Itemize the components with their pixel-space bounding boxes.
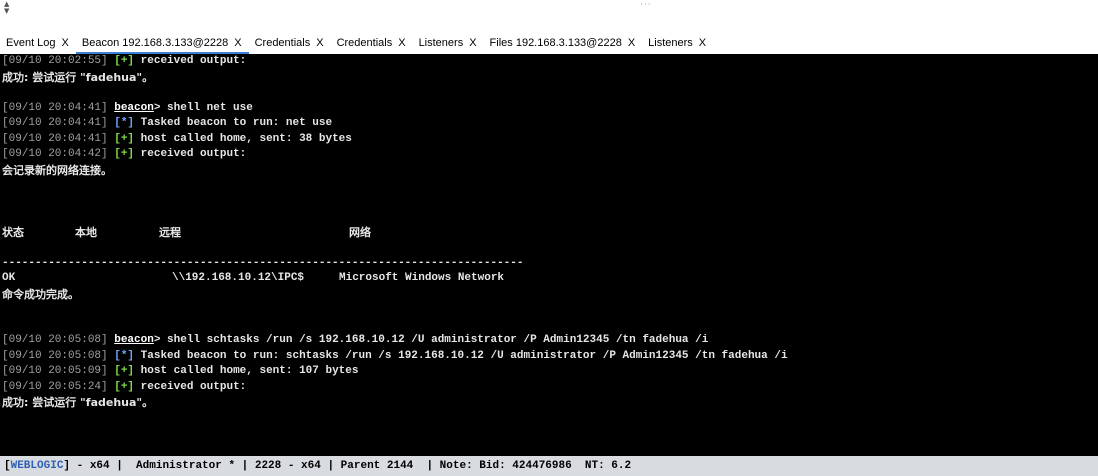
tab-label: Files 192.168.3.133@2228: [489, 37, 622, 49]
net-use-row: OK \\192.168.10.12\IPC$ Microsoft Windows …: [2, 271, 788, 287]
row-network: Microsoft Windows Network: [339, 272, 505, 284]
console-line: 命令成功完成。: [2, 287, 79, 301]
tab-files[interactable]: Files 192.168.3.133@2228 X: [484, 32, 643, 54]
console-line: [09/10 20:04:41] [+] host called home, s…: [2, 132, 352, 145]
net-use-header: 状态 本地 远程 网络: [2, 225, 788, 241]
col-network: 网络: [349, 225, 371, 239]
console-line: [09/10 20:05:24] [+] received output:: [2, 380, 247, 393]
row-remote: \\192.168.10.12\IPC$: [172, 272, 305, 284]
tab-listeners-2[interactable]: Listeners X: [642, 32, 713, 54]
tab-close-icon[interactable]: X: [234, 37, 241, 49]
status-bracket: [: [4, 460, 11, 472]
tab-listeners-1[interactable]: Listeners X: [413, 32, 484, 54]
tab-label: Beacon 192.168.3.133@2228: [81, 37, 229, 49]
scroll-arrows-icon[interactable]: ▲ ▼: [4, 1, 9, 15]
console-blank: [2, 318, 788, 334]
console-line: 成功: 尝试运行 "fadehua"。: [2, 70, 154, 84]
console-line: [09/10 20:05:08] [*] Tasked beacon to ru…: [2, 349, 788, 362]
tab-close-icon[interactable]: X: [316, 37, 323, 49]
console-line: 成功: 尝试运行 "fadehua"。: [2, 396, 154, 409]
top-bar: ▲ ▼ ···: [0, 0, 1098, 30]
console-line: [09/10 20:04:42] [+] received output:: [2, 148, 247, 160]
tab-bar: Event Log X Beacon 192.168.3.133@2228 X Cr…: [0, 30, 1098, 55]
console-blank: [2, 178, 788, 194]
console-line: [09/10 20:04:41] beacon> shell net use: [2, 101, 253, 114]
tab-label: Credentials: [254, 37, 311, 49]
console-blank: [2, 302, 788, 318]
tab-close-icon[interactable]: X: [398, 37, 405, 49]
tab-close-icon[interactable]: X: [62, 37, 69, 49]
col-remote: 远程: [159, 225, 181, 239]
tab-event-log[interactable]: Event Log X: [0, 32, 76, 54]
tab-label: Event Log: [6, 37, 56, 49]
beacon-status-bar: [WEBLOGIC] - x64 | Administrator * | 222…: [0, 456, 1098, 476]
tab-close-icon[interactable]: X: [699, 37, 706, 49]
console-line: [09/10 20:05:08] beacon> shell schtasks …: [2, 334, 709, 346]
tab-close-icon[interactable]: X: [469, 37, 476, 49]
console-divider: ----------------------------------------…: [2, 256, 524, 269]
tab-credentials-1[interactable]: Credentials X: [249, 32, 331, 54]
console-blank: [2, 240, 788, 256]
console-line: [09/10 20:05:09] [+] host called home, s…: [2, 365, 359, 377]
console-blank: [2, 85, 788, 101]
beacon-console[interactable]: [09/10 20:02:55] [+] received output: 成功…: [0, 54, 1098, 456]
tab-label: Listeners: [418, 37, 464, 49]
tab-credentials-2[interactable]: Credentials X: [331, 32, 413, 54]
listener-name: WEBLOGIC: [10, 460, 64, 472]
col-status: 状态: [2, 225, 24, 239]
console-blank: [2, 209, 788, 225]
tab-label: Credentials: [336, 37, 393, 49]
status-details: ] - x64 | Administrator * | 2228 - x64 |…: [63, 460, 632, 472]
console-line: [09/10 20:04:41] [*] Tasked beacon to ru…: [2, 117, 333, 129]
row-status: OK: [2, 272, 16, 284]
tab-label: Listeners: [648, 37, 693, 49]
drag-handle-icon[interactable]: ···: [640, 0, 652, 10]
console-line: [09/10 20:02:55] [+] received output:: [2, 55, 247, 67]
console-blank: [2, 194, 788, 210]
tab-beacon[interactable]: Beacon 192.168.3.133@2228 X: [75, 32, 249, 54]
col-local: 本地: [75, 225, 97, 239]
tab-close-icon[interactable]: X: [628, 37, 635, 49]
console-line: 会记录新的网络连接。: [2, 163, 112, 177]
